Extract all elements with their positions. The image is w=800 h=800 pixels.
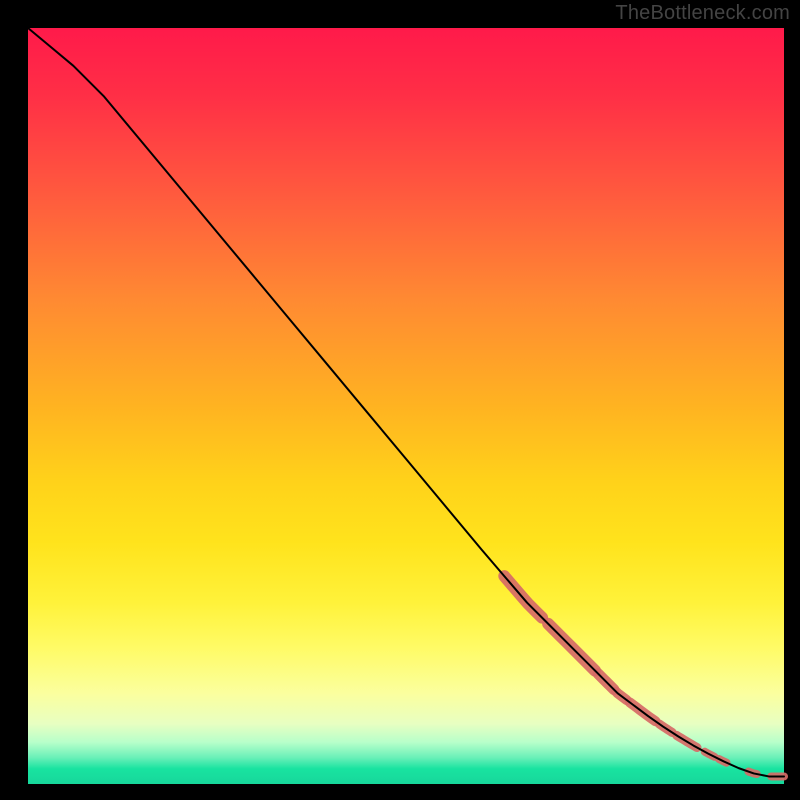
bottleneck-curve — [28, 28, 784, 776]
highlight-group — [504, 576, 784, 776]
chart-frame: TheBottleneck.com — [0, 0, 800, 800]
plot-area — [28, 28, 784, 784]
curve-overlay — [28, 28, 784, 784]
watermark-text: TheBottleneck.com — [615, 2, 790, 25]
